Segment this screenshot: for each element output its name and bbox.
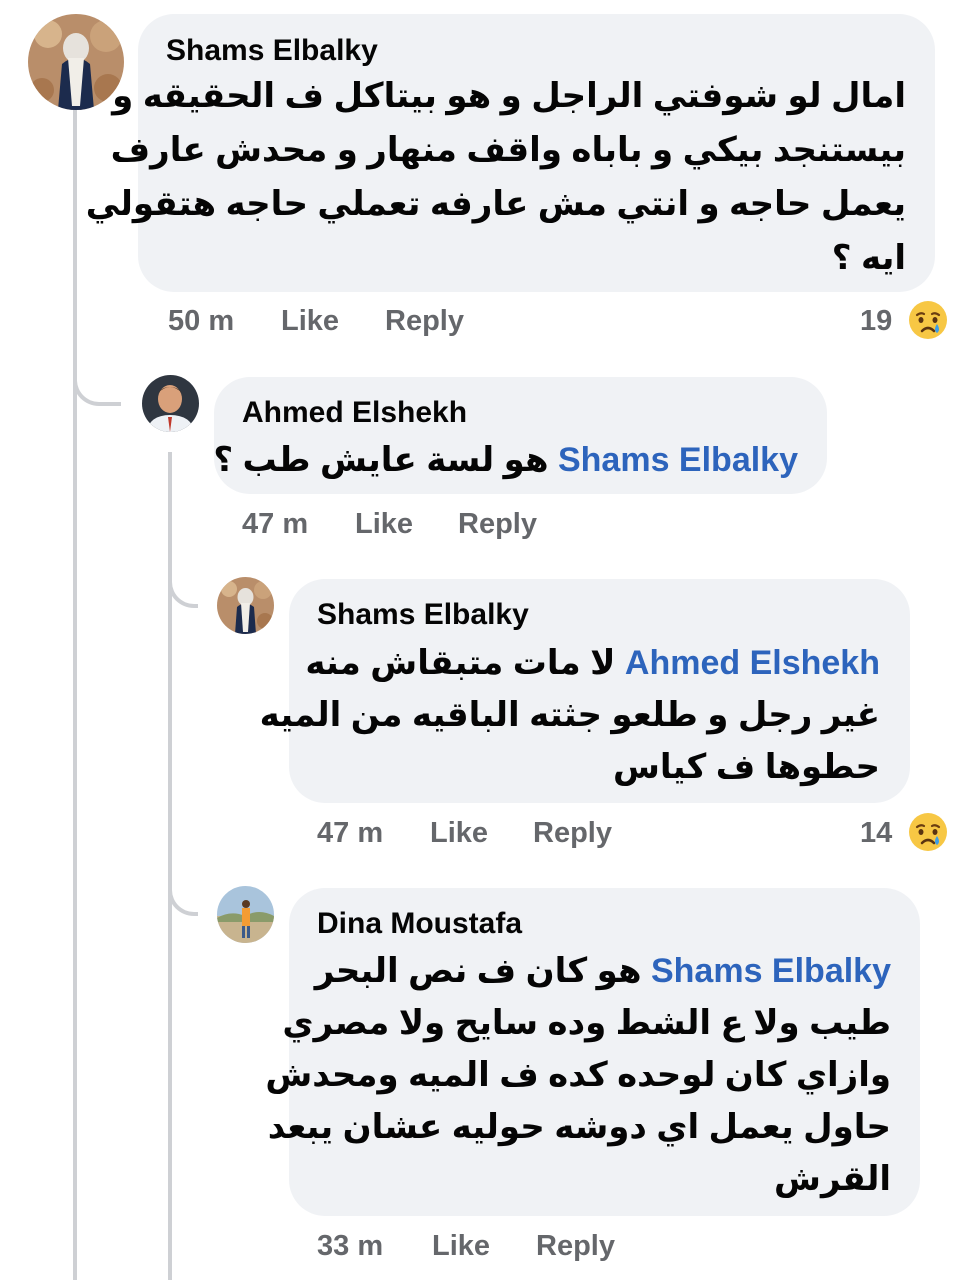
comment-text: هو كان ف نص البحر (314, 952, 642, 990)
reaction-count[interactable]: 19 (860, 305, 892, 338)
avatar-shams-elbalky[interactable] (217, 577, 274, 634)
like-button[interactable]: Like (430, 817, 488, 850)
mention-link[interactable]: Shams Elbalky (651, 952, 891, 990)
reply-button[interactable]: Reply (536, 1230, 615, 1263)
like-button[interactable]: Like (432, 1230, 490, 1263)
avatar-ahmed-elshekh[interactable] (142, 375, 199, 432)
thread-connector-reply-1 (73, 350, 121, 406)
mention-link[interactable]: Shams Elbalky (558, 441, 798, 479)
comment-timestamp[interactable]: 33 m (317, 1230, 383, 1263)
comment-author[interactable]: Shams Elbalky (166, 34, 378, 68)
thread-connector-reply-2 (168, 560, 198, 608)
comment-text-line: غير رجل و طلعو جثته الباقيه من الميه (259, 696, 880, 734)
comment-text-line: Shams Elbalky هو لسة عايش طب ؟ (213, 440, 798, 480)
comment-text-line: ايه ؟ (831, 239, 906, 277)
comment-text-line: بيستنجد بيكي و باباه واقف منهار و محدش ع… (110, 131, 906, 169)
comment-text-line: طيب ولا ع الشط وده سايح ولا مصري (282, 1004, 891, 1042)
comment-text-line: Shams Elbalky هو كان ف نص البحر (314, 951, 891, 991)
crying-face-icon[interactable] (908, 812, 948, 852)
mention-link[interactable]: Ahmed Elshekh (625, 644, 880, 682)
comment-text-line: حاول يعمل اي دوشه حوليه عشان يبعد (267, 1108, 891, 1146)
comment-text: لا مات متبقاش منه (305, 644, 616, 682)
comment-text: هو لسة عايش طب ؟ (213, 441, 549, 479)
avatar-dina-moustafa[interactable] (217, 886, 274, 943)
like-button[interactable]: Like (355, 508, 413, 541)
comment-text-line: يعمل حاجه و انتي مش عارفه تعملي حاجه هتق… (85, 185, 906, 223)
like-button[interactable]: Like (281, 305, 339, 338)
comment-text-line: امال لو شوفتي الراجل و هو بيتاكل ف الحقي… (112, 77, 906, 115)
comment-author[interactable]: Dina Moustafa (317, 907, 522, 941)
thread-line-main (73, 108, 77, 1280)
comment-author[interactable]: Shams Elbalky (317, 598, 529, 632)
avatar-shams-elbalky[interactable] (28, 14, 124, 110)
comment-author[interactable]: Ahmed Elshekh (242, 396, 467, 430)
crying-face-icon[interactable] (908, 300, 948, 340)
comment-timestamp[interactable]: 47 m (242, 508, 308, 541)
reply-button[interactable]: Reply (533, 817, 612, 850)
reply-button[interactable]: Reply (385, 305, 464, 338)
comment-timestamp[interactable]: 50 m (168, 305, 234, 338)
reply-button[interactable]: Reply (458, 508, 537, 541)
comment-text-line: حطوها ف كياس (612, 748, 880, 786)
comment-timestamp[interactable]: 47 m (317, 817, 383, 850)
thread-connector-reply-3 (168, 868, 198, 916)
comment-text-line: وازاي كان لوحده كده ف الميه ومحدش (265, 1056, 891, 1094)
comment-text-line: Ahmed Elshekh لا مات متبقاش منه (305, 643, 880, 683)
reaction-count[interactable]: 14 (860, 817, 892, 850)
comment-text-line: القرش (774, 1160, 891, 1198)
